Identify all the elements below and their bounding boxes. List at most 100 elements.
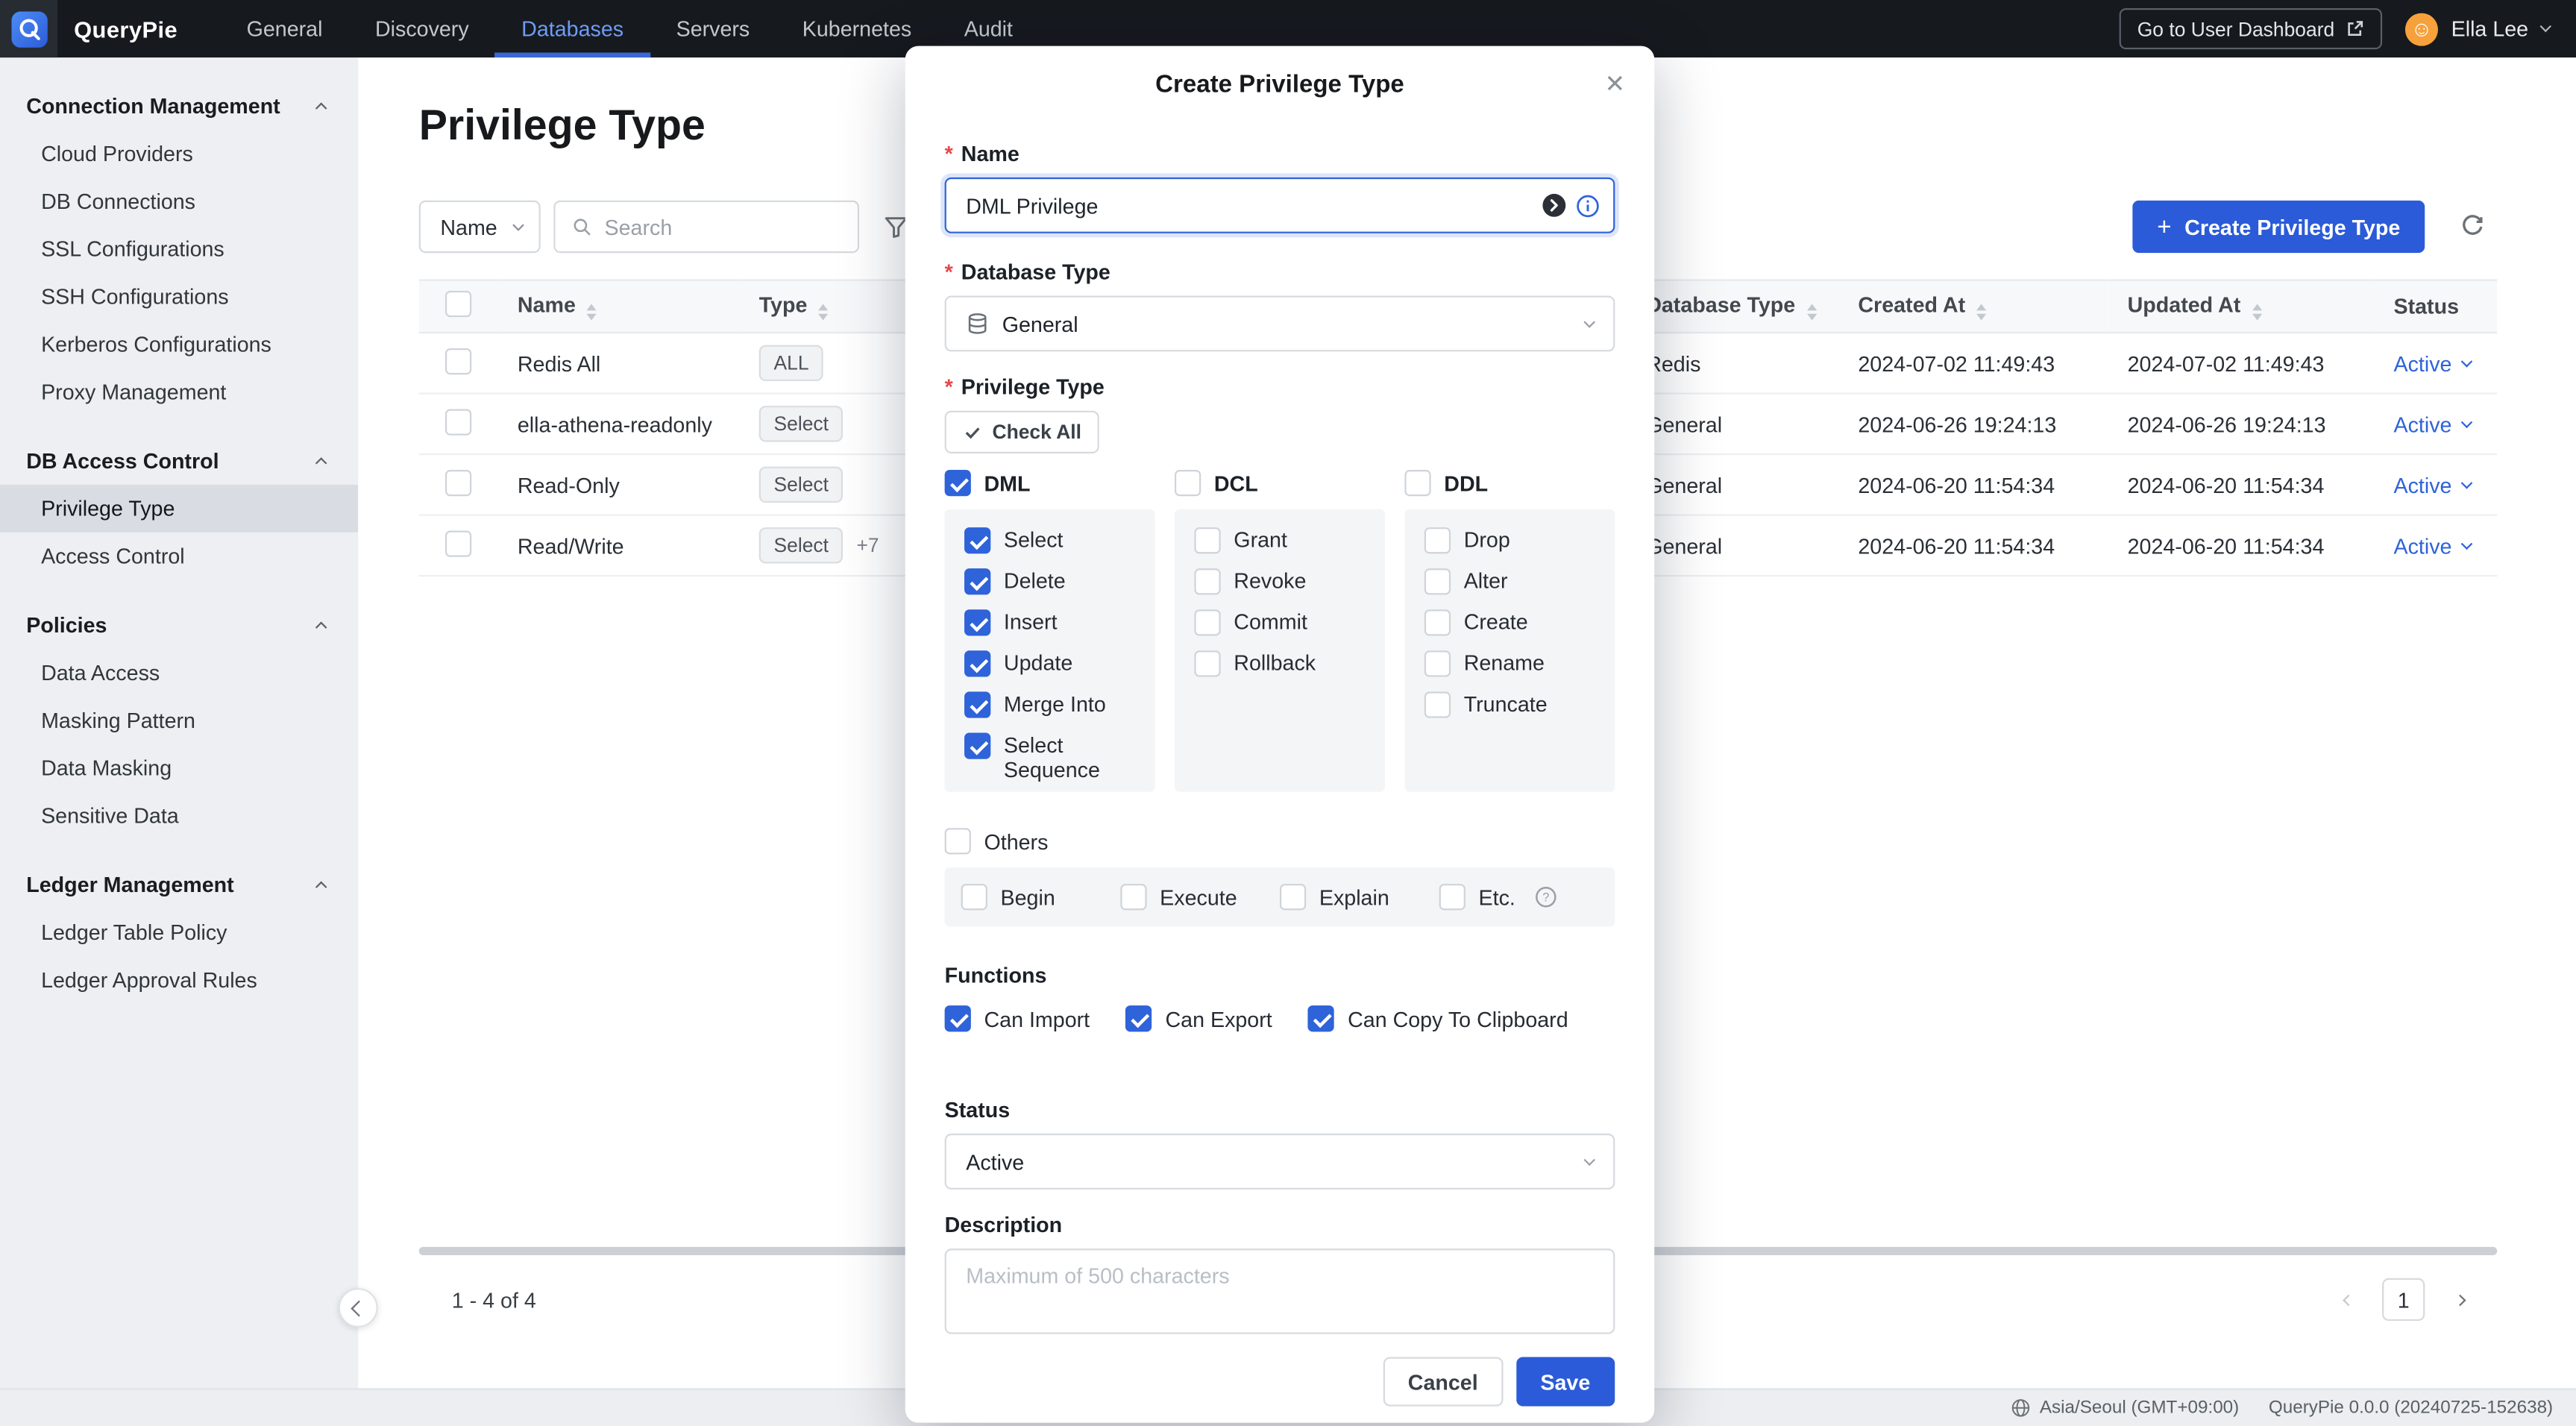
privilege-option-commit[interactable]: Commit	[1194, 609, 1365, 635]
checkbox-create[interactable]	[1424, 609, 1451, 635]
checkbox-begin[interactable]	[961, 884, 987, 910]
privilege-option-select-sequence[interactable]: Select Sequence	[964, 732, 1135, 782]
checkbox-select-sequence[interactable]	[964, 732, 990, 758]
checkbox-revoke[interactable]	[1194, 568, 1220, 594]
privilege-option-revoke[interactable]: Revoke	[1194, 568, 1365, 594]
privilege-option-merge-into[interactable]: Merge Into	[964, 691, 1135, 717]
group-checkbox-dml[interactable]	[945, 470, 971, 496]
others-option-execute[interactable]: Execute	[1120, 884, 1280, 910]
sidebar-item-db-connections[interactable]: DB Connections	[0, 178, 358, 225]
sort-icon[interactable]	[1977, 304, 1987, 321]
privilege-group-toggle-dml[interactable]: DML	[945, 470, 1155, 496]
page-number[interactable]: 1	[2382, 1278, 2425, 1321]
checkbox-update[interactable]	[964, 650, 990, 676]
sidebar-item-ssl-configurations[interactable]: SSL Configurations	[0, 225, 358, 273]
search-input[interactable]	[605, 214, 841, 239]
checkbox-select[interactable]	[964, 527, 990, 553]
checkbox-execute[interactable]	[1120, 884, 1146, 910]
checkbox-explain[interactable]	[1280, 884, 1306, 910]
status-dropdown[interactable]: Active	[2393, 351, 2471, 375]
cancel-button[interactable]: Cancel	[1383, 1357, 1503, 1407]
sidebar-section-header-connection-management[interactable]: Connection Management	[0, 81, 358, 130]
row-checkbox[interactable]	[445, 530, 471, 556]
function-option-can-copy-to-clipboard[interactable]: Can Copy To Clipboard	[1308, 1005, 1568, 1031]
user-dashboard-button[interactable]: Go to User Dashboard	[2120, 8, 2383, 49]
input-action-icon[interactable]	[1541, 192, 1567, 219]
sidebar-collapse-button[interactable]	[339, 1288, 378, 1328]
status-dropdown[interactable]: Active	[2393, 533, 2471, 558]
checkbox-can-import[interactable]	[945, 1005, 971, 1031]
privilege-option-rollback[interactable]: Rollback	[1194, 650, 1365, 676]
checkbox-delete[interactable]	[964, 568, 990, 594]
others-checkbox[interactable]	[945, 828, 971, 854]
group-checkbox-ddl[interactable]	[1404, 470, 1430, 496]
checkbox-truncate[interactable]	[1424, 691, 1451, 717]
privilege-group-toggle-dcl[interactable]: DCL	[1175, 470, 1385, 496]
checkbox-alter[interactable]	[1424, 568, 1451, 594]
save-button[interactable]: Save	[1515, 1357, 1615, 1407]
sort-icon[interactable]	[2252, 304, 2262, 321]
previous-page-button[interactable]	[2333, 1285, 2363, 1315]
privilege-option-grant[interactable]: Grant	[1194, 527, 1365, 553]
select-all-checkbox[interactable]	[445, 291, 471, 317]
nav-tab-servers[interactable]: Servers	[650, 0, 776, 57]
sidebar-item-cloud-providers[interactable]: Cloud Providers	[0, 130, 358, 178]
sidebar-item-ssh-configurations[interactable]: SSH Configurations	[0, 273, 358, 321]
nav-tab-databases[interactable]: Databases	[495, 0, 650, 57]
checkbox-can-export[interactable]	[1126, 1005, 1152, 1031]
sidebar-item-ledger-table-policy[interactable]: Ledger Table Policy	[0, 908, 358, 956]
checkbox-merge-into[interactable]	[964, 691, 990, 717]
sort-icon[interactable]	[587, 304, 597, 321]
sidebar-item-sensitive-data[interactable]: Sensitive Data	[0, 792, 358, 840]
sort-icon[interactable]	[1807, 304, 1817, 321]
privilege-option-rename[interactable]: Rename	[1424, 650, 1595, 676]
sidebar-item-ledger-approval-rules[interactable]: Ledger Approval Rules	[0, 956, 358, 1004]
column-header-name[interactable]: Name	[497, 280, 739, 333]
sidebar-item-proxy-management[interactable]: Proxy Management	[0, 368, 358, 415]
next-page-button[interactable]	[2445, 1285, 2475, 1315]
privilege-option-drop[interactable]: Drop	[1424, 527, 1595, 553]
check-all-button[interactable]: Check All	[945, 411, 1100, 453]
status-dropdown[interactable]: Active	[2393, 472, 2471, 497]
checkbox-insert[interactable]	[964, 609, 990, 635]
sort-icon[interactable]	[819, 304, 829, 321]
sidebar-section-header-db-access-control[interactable]: DB Access Control	[0, 436, 358, 485]
privilege-option-insert[interactable]: Insert	[964, 609, 1135, 635]
refresh-button[interactable]	[2448, 202, 2497, 251]
user-menu[interactable]: ☺ Ella Lee	[2405, 13, 2550, 45]
others-option-explain[interactable]: Explain	[1280, 884, 1439, 910]
querypie-logo-icon[interactable]	[0, 0, 57, 57]
privilege-option-update[interactable]: Update	[964, 650, 1135, 676]
checkbox-commit[interactable]	[1194, 609, 1220, 635]
row-checkbox[interactable]	[445, 408, 471, 434]
column-header-status[interactable]: Status	[2374, 280, 2497, 333]
row-checkbox[interactable]	[445, 348, 471, 374]
checkbox-grant[interactable]	[1194, 527, 1220, 553]
close-icon[interactable]: ✕	[1598, 67, 1631, 100]
checkbox-rename[interactable]	[1424, 650, 1451, 676]
checkbox-rollback[interactable]	[1194, 650, 1220, 676]
help-icon[interactable]: ?	[1535, 885, 1558, 908]
sidebar-item-data-masking[interactable]: Data Masking	[0, 744, 358, 792]
privilege-option-delete[interactable]: Delete	[964, 568, 1135, 594]
sidebar-item-access-control[interactable]: Access Control	[0, 533, 358, 580]
group-checkbox-dcl[interactable]	[1175, 470, 1201, 496]
others-toggle[interactable]: Others	[945, 828, 1615, 854]
column-header-created-at[interactable]: Created At	[1838, 280, 2108, 333]
checkbox-drop[interactable]	[1424, 527, 1451, 553]
sidebar-item-data-access[interactable]: Data Access	[0, 649, 358, 697]
checkbox-etc[interactable]	[1439, 884, 1466, 910]
description-textarea[interactable]	[945, 1248, 1615, 1334]
info-icon[interactable]	[1575, 193, 1600, 218]
filter-field-dropdown[interactable]: Name	[419, 201, 540, 253]
sidebar-item-kerberos-configurations[interactable]: Kerberos Configurations	[0, 321, 358, 368]
status-dropdown[interactable]: Active	[2393, 412, 2471, 436]
sidebar-section-header-ledger-management[interactable]: Ledger Management	[0, 859, 358, 908]
status-select[interactable]: Active	[945, 1134, 1615, 1190]
nav-tab-general[interactable]: General	[220, 0, 348, 57]
others-option-begin[interactable]: Begin	[961, 884, 1121, 910]
column-header-updated-at[interactable]: Updated At	[2108, 280, 2374, 333]
privilege-option-select[interactable]: Select	[964, 527, 1135, 553]
sidebar-item-privilege-type[interactable]: Privilege Type	[0, 485, 358, 533]
nav-tab-discovery[interactable]: Discovery	[349, 0, 495, 57]
